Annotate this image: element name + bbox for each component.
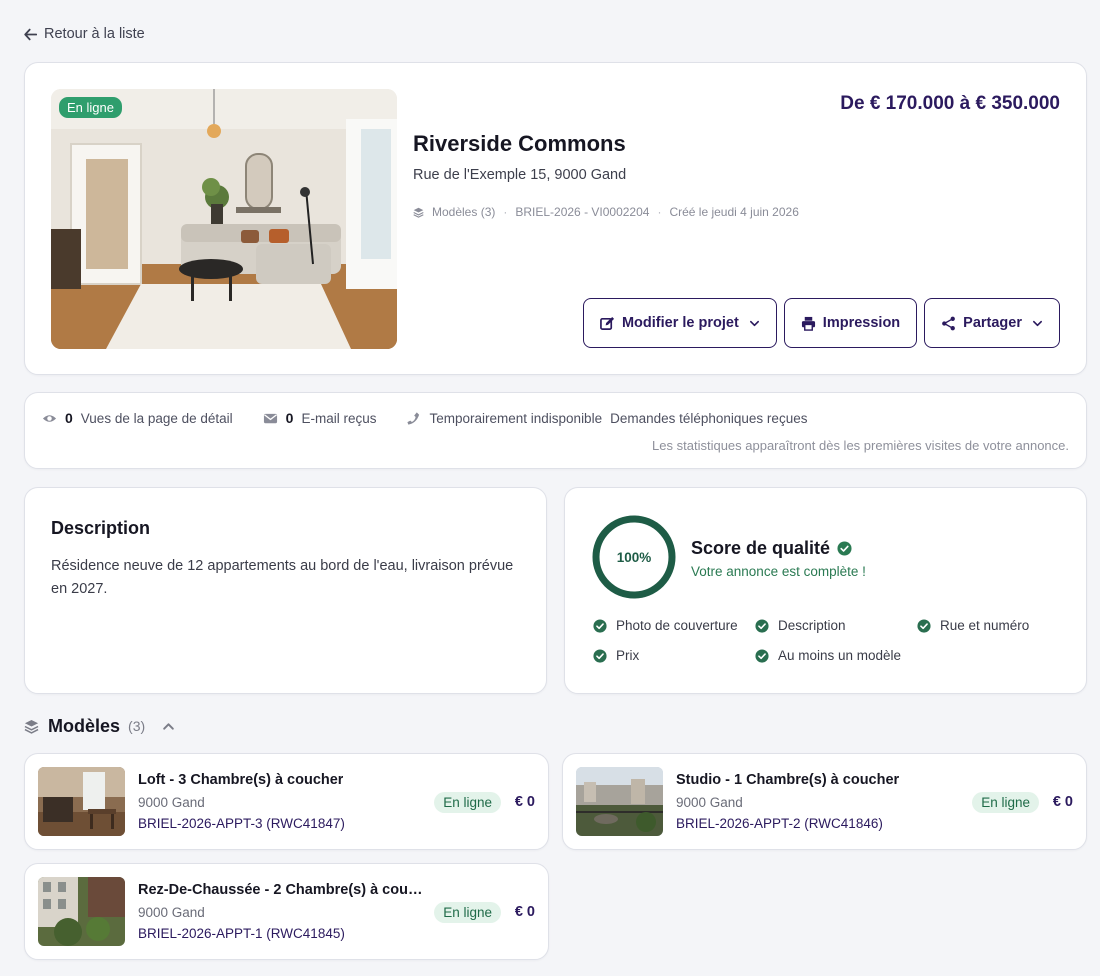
check-circle-icon <box>917 618 931 633</box>
quality-subtitle: Votre annonce est complète ! <box>691 564 866 579</box>
description-title: Description <box>51 518 151 538</box>
layers-icon <box>413 207 424 218</box>
stat-emails: 0 E-mail reçus <box>263 410 377 426</box>
quality-title: Score de qualité <box>691 538 852 559</box>
layers-icon <box>24 719 39 734</box>
criterion-label: Au moins un modèle <box>778 648 902 663</box>
model-price: € 0 <box>1052 794 1073 810</box>
model-name: Loft - 3 Chambre(s) à coucher <box>138 772 344 788</box>
printer-icon <box>801 316 815 331</box>
criterion-cover-photo: Photo de couverture <box>593 618 738 633</box>
phone-label: Demandes téléphoniques reçues <box>610 410 808 426</box>
page-title: Riverside Commons <box>413 131 626 156</box>
model-name: Studio - 1 Chambre(s) à coucher <box>676 772 900 788</box>
print-button[interactable]: Impression <box>783 298 918 348</box>
models-count: (3) <box>128 718 146 734</box>
description-text: Résidence neuve de 12 appartements au bo… <box>51 558 514 597</box>
quality-title-text: Score de qualité <box>691 538 831 558</box>
cover-photo-image <box>51 89 397 349</box>
model-thumbnail-image <box>38 877 125 946</box>
description-card: Description Résidence neuve de 12 appart… <box>24 487 547 694</box>
chevron-down-icon <box>1033 320 1042 326</box>
meta-models: Modèles (3) <box>432 205 496 219</box>
criterion-label: Photo de couverture <box>616 618 738 633</box>
share-label: Partager <box>963 315 1022 331</box>
phone-status: Temporairement indisponible <box>429 410 603 426</box>
model-card[interactable]: Loft - 3 Chambre(s) à coucher 9000 Gand … <box>24 753 549 850</box>
price-range: De € 170.000 à € 350.000 <box>840 93 1060 114</box>
back-to-list-link[interactable]: Retour à la liste <box>24 24 145 44</box>
project-address: Rue de l'Exemple 15, 9000 Gand <box>413 167 627 183</box>
share-button[interactable]: Partager <box>924 298 1060 348</box>
criterion-model: Au moins un modèle <box>755 648 901 663</box>
model-thumbnail <box>38 877 125 946</box>
check-circle-icon <box>755 618 769 633</box>
check-circle-icon <box>837 541 852 556</box>
model-city: 9000 Gand <box>138 795 205 810</box>
status-badge: En ligne <box>434 902 501 923</box>
model-reference: BRIEL-2026-APPT-2 (RWC41846) <box>676 816 883 831</box>
views-count: 0 <box>65 410 73 426</box>
envelope-icon <box>263 413 277 423</box>
model-name: Rez-De-Chaussée - 2 Chambre(s) à couch..… <box>138 882 428 898</box>
criterion-label: Prix <box>616 648 640 663</box>
models-section-header[interactable]: Modèles (3) <box>24 715 175 737</box>
emails-label: E-mail reçus <box>301 410 377 426</box>
model-thumbnail-image <box>38 767 125 836</box>
print-label: Impression <box>822 315 901 331</box>
check-circle-icon <box>593 648 607 663</box>
project-actions: Modifier le projet Impression Partager <box>582 298 1060 348</box>
statistics-card: 0 Vues de la page de détail 0 E-mail reç… <box>24 392 1087 469</box>
check-circle-icon <box>593 618 607 633</box>
project-header-card: En ligne De € 170.000 à € 350.000 Rivers… <box>24 62 1087 375</box>
back-link-label: Retour à la liste <box>44 26 145 42</box>
edit-icon <box>600 316 615 330</box>
model-reference: BRIEL-2026-APPT-1 (RWC41845) <box>138 926 345 941</box>
model-thumbnail <box>576 767 663 836</box>
models-title: Modèles <box>48 715 121 736</box>
stat-views: 0 Vues de la page de détail <box>42 410 233 426</box>
model-price: € 0 <box>514 904 535 920</box>
stat-phone: Temporairement indisponible <box>406 411 602 426</box>
cover-photo[interactable]: En ligne <box>51 89 397 349</box>
criterion-street: Rue et numéro <box>917 618 1029 633</box>
status-badge: En ligne <box>972 792 1039 813</box>
criterion-description: Description <box>755 618 846 633</box>
meta-separator: · <box>503 205 508 219</box>
edit-project-button[interactable]: Modifier le projet <box>582 298 777 348</box>
emails-count: 0 <box>285 410 294 426</box>
chevron-up-icon[interactable] <box>162 720 175 733</box>
quality-score-value: 100% <box>616 549 652 565</box>
chevron-down-icon <box>749 320 759 326</box>
check-circle-icon <box>755 648 769 663</box>
views-label: Vues de la page de détail <box>80 410 233 426</box>
model-card[interactable]: Rez-De-Chaussée - 2 Chambre(s) à couch..… <box>24 863 549 960</box>
arrow-left-icon <box>24 28 37 40</box>
project-meta: Modèles (3) · BRIEL-2026 - VI0002204 · C… <box>413 205 799 219</box>
edit-project-label: Modifier le projet <box>621 315 739 331</box>
eye-icon <box>42 414 57 422</box>
criterion-label: Description <box>778 618 846 633</box>
meta-separator: · <box>657 205 662 219</box>
model-thumbnail <box>38 767 125 836</box>
status-badge: En ligne <box>434 792 501 813</box>
phone-icon <box>407 411 420 425</box>
statistics-note: Les statistiques apparaîtront dès les pr… <box>652 438 1069 453</box>
criterion-price: Prix <box>593 648 639 663</box>
model-thumbnail-image <box>576 767 663 836</box>
criterion-label: Rue et numéro <box>940 618 1030 633</box>
model-price: € 0 <box>514 794 535 810</box>
model-city: 9000 Gand <box>138 905 205 920</box>
model-city: 9000 Gand <box>676 795 743 810</box>
quality-criteria: Photo de couverture Description Rue et n… <box>593 618 1063 688</box>
share-icon <box>942 316 956 330</box>
meta-created: Créé le jeudi 4 juin 2026 <box>669 205 799 219</box>
model-card[interactable]: Studio - 1 Chambre(s) à coucher 9000 Gan… <box>562 753 1087 850</box>
quality-score-card: 100% Score de qualité Votre annonce est … <box>564 487 1087 694</box>
meta-reference: BRIEL-2026 - VI0002204 <box>515 205 650 219</box>
status-badge: En ligne <box>59 97 122 118</box>
model-reference: BRIEL-2026-APPT-3 (RWC41847) <box>138 816 345 831</box>
statistics-row: 0 Vues de la page de détail 0 E-mail reç… <box>42 410 807 426</box>
